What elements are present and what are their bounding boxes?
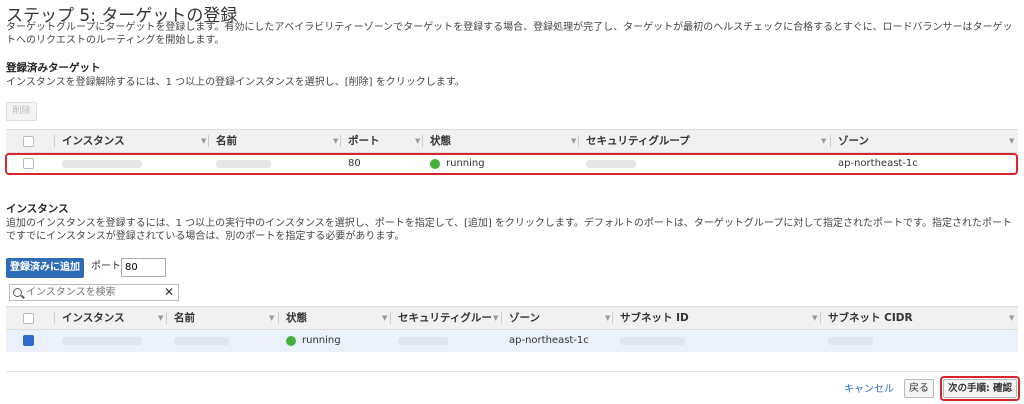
sort-arrow-icon[interactable]: ▼	[415, 130, 420, 152]
sort-arrow-icon[interactable]: ▼	[812, 307, 817, 329]
sort-arrow-icon[interactable]: ▼	[269, 307, 274, 329]
highlight-registered-row	[5, 153, 1018, 175]
port-label: ポート	[91, 261, 121, 272]
column-header-instance[interactable]: インスタンス	[54, 130, 125, 152]
column-header-security-group[interactable]: セキュリティグルー	[390, 307, 492, 329]
instances-table: インスタンス ▼ 名前 ▼ 状態 ▼ セキュリティグルー ▼ ゾーン ▼ サブネ…	[6, 306, 1018, 354]
cancel-link[interactable]: キャンセル	[844, 383, 894, 397]
sort-arrow-icon[interactable]: ▼	[1009, 307, 1014, 329]
status-value: running	[302, 335, 341, 346]
sort-arrow-icon[interactable]: ▼	[1009, 130, 1014, 152]
column-header-status[interactable]: 状態	[278, 307, 307, 329]
sort-arrow-icon[interactable]: ▼	[821, 130, 826, 152]
footer-divider	[6, 371, 1018, 372]
sort-arrow-icon[interactable]: ▼	[493, 307, 498, 329]
registered-targets-title: 登録済みターゲット	[6, 62, 101, 74]
column-header-name[interactable]: 名前	[166, 307, 195, 329]
status-running-icon	[286, 336, 296, 346]
redacted-subnet-cidr	[828, 337, 873, 345]
sort-arrow-icon[interactable]: ▼	[201, 130, 206, 152]
instance-search-box[interactable]: インスタンスを検索 ✕	[9, 284, 179, 301]
column-header-subnet-id[interactable]: サブネット ID	[612, 307, 689, 329]
column-header-subnet-cidr[interactable]: サブネット CIDR	[820, 307, 913, 329]
column-header-status[interactable]: 状態	[422, 130, 451, 152]
add-to-registered-button[interactable]: 登録済みに追加	[6, 258, 84, 278]
registered-table-header: インスタンス ▼ 名前 ▼ ポート ▼ 状態 ▼ セキュリティグループ ▼ ゾー…	[6, 129, 1018, 153]
sort-arrow-icon[interactable]: ▼	[382, 307, 387, 329]
page-description: ターゲットグループにターゲットを登録します。有効にしたアベイラビリティーゾーンで…	[6, 22, 1013, 46]
column-header-security-group[interactable]: セキュリティグループ	[578, 130, 690, 152]
redacted-security-group	[398, 337, 448, 345]
registered-targets-description: インスタンスを登録解除するには、1 つ以上の登録インスタンスを選択し、[削除] …	[6, 77, 465, 88]
redacted-instance-id	[62, 337, 142, 345]
search-placeholder: インスタンスを検索	[26, 287, 116, 298]
instances-table-header: インスタンス ▼ 名前 ▼ 状態 ▼ セキュリティグルー ▼ ゾーン ▼ サブネ…	[6, 306, 1018, 330]
sort-arrow-icon[interactable]: ▼	[605, 307, 610, 329]
zone-value: ap-northeast-1c	[509, 335, 589, 346]
row-checkbox[interactable]	[23, 335, 34, 346]
column-header-port[interactable]: ポート	[340, 130, 380, 152]
instances-description: 追加のインスタンスを登録するには、1 つ以上の実行中のインスタンスを選択し、ポー…	[6, 218, 1013, 242]
port-input[interactable]	[121, 258, 166, 277]
redacted-subnet-id	[620, 337, 685, 345]
column-header-instance[interactable]: インスタンス	[54, 307, 125, 329]
remove-button[interactable]: 削除	[6, 102, 37, 121]
sort-arrow-icon[interactable]: ▼	[571, 130, 576, 152]
clear-icon[interactable]: ✕	[164, 285, 174, 300]
column-header-name[interactable]: 名前	[208, 130, 237, 152]
select-all-checkbox[interactable]	[23, 313, 34, 324]
sort-arrow-icon[interactable]: ▼	[158, 307, 163, 329]
sort-arrow-icon[interactable]: ▼	[333, 130, 338, 152]
column-header-zone[interactable]: ゾーン	[830, 130, 869, 152]
column-header-zone[interactable]: ゾーン	[501, 307, 540, 329]
redacted-name	[174, 337, 229, 345]
back-button[interactable]: 戻る	[904, 379, 934, 398]
search-icon	[13, 288, 22, 297]
table-row[interactable]: running ap-northeast-1c	[6, 330, 1018, 352]
select-all-checkbox[interactable]	[23, 136, 34, 147]
highlight-next-button	[940, 376, 1020, 401]
instances-title: インスタンス	[6, 203, 69, 215]
